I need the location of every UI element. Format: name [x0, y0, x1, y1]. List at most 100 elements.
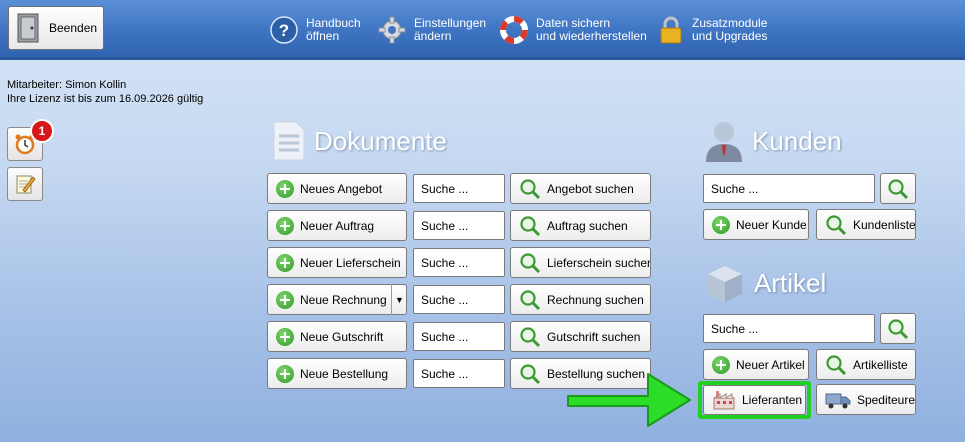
search-delivery-note-label: Lieferschein suchen [547, 255, 651, 270]
search-offer-button[interactable]: Angebot suchen [510, 173, 651, 204]
plus-icon [276, 290, 294, 309]
delivery-note-search-placeholder: Suche ... [421, 255, 469, 270]
magnifier-icon [888, 178, 909, 199]
order-search-input[interactable]: Suche ... [413, 211, 505, 240]
new-customer-button[interactable]: Neuer Kunde [703, 209, 809, 240]
article-list-label: Artikelliste [853, 357, 908, 372]
lifebuoy-icon [500, 16, 528, 44]
chevron-down-icon: ▼ [395, 294, 404, 305]
magnifier-icon [520, 215, 541, 236]
new-delivery-note-label: Neuer Lieferschein [300, 255, 401, 270]
magnifier-icon [520, 252, 541, 273]
new-invoice-dropdown[interactable]: ▼ [391, 284, 407, 315]
plus-icon [276, 327, 294, 346]
customers-title: Kunden [752, 125, 842, 156]
articles-title: Artikel [754, 267, 827, 298]
license-label: Ihre Lizenz ist bis zum 16.09.2026 gülti… [7, 93, 204, 105]
plus-icon [276, 253, 294, 272]
customer-search-placeholder: Suche ... [711, 181, 759, 196]
pointer-arrow-icon [567, 373, 691, 427]
search-invoice-label: Rechnung suchen [547, 292, 644, 307]
search-invoice-button[interactable]: Rechnung suchen [510, 284, 651, 315]
magnifier-icon [520, 363, 541, 384]
new-article-label: Neuer Artikel [736, 357, 805, 372]
new-purchase-order-button[interactable]: Neue Bestellung [267, 358, 407, 389]
search-offer-label: Angebot suchen [547, 181, 634, 196]
toolbar-addons-line2: und Upgrades [692, 29, 768, 43]
article-list-button[interactable]: Artikelliste [816, 349, 916, 380]
customer-search-button[interactable] [880, 173, 916, 204]
exit-button[interactable]: Beenden [8, 6, 104, 50]
customer-list-button[interactable]: Kundenliste [816, 209, 916, 240]
search-order-button[interactable]: Auftrag suchen [510, 210, 651, 241]
new-offer-label: Neues Angebot [300, 181, 383, 196]
toolbar-manual-line2: öffnen [306, 29, 340, 43]
credit-note-search-input[interactable]: Suche ... [413, 322, 505, 351]
notepad-pencil-icon [16, 175, 36, 194]
toolbar-backup[interactable]: Daten sichern und wiederherstellen [500, 10, 647, 50]
documents-section-title: Dokumente [272, 120, 447, 162]
search-delivery-note-button[interactable]: Lieferschein suchen [510, 247, 651, 278]
person-icon [706, 122, 742, 162]
suppliers-label: Lieferanten [742, 393, 803, 407]
forwarders-label: Spediteure [856, 392, 915, 407]
new-customer-label: Neuer Kunde [736, 217, 807, 232]
invoice-search-input[interactable]: Suche ... [413, 285, 505, 314]
magnifier-icon [520, 326, 541, 347]
document-icon [273, 121, 305, 161]
plus-icon [276, 179, 294, 198]
offer-search-input[interactable]: Suche ... [413, 174, 505, 203]
door-icon [17, 13, 39, 43]
license-info: Mitarbeiter: Simon Kollin Ihre Lizenz is… [7, 78, 203, 106]
plus-icon [712, 355, 730, 374]
search-credit-note-label: Gutschrift suchen [547, 329, 641, 344]
new-credit-note-label: Neue Gutschrift [300, 329, 384, 344]
invoice-search-placeholder: Suche ... [421, 292, 469, 307]
plus-icon [712, 215, 730, 234]
help-icon: ? [270, 16, 298, 44]
customer-list-label: Kundenliste [853, 217, 916, 232]
lock-icon [660, 16, 682, 44]
article-search-button[interactable] [880, 313, 916, 344]
magnifier-icon [520, 289, 541, 310]
article-search-placeholder: Suche ... [711, 321, 759, 336]
exit-button-label: Beenden [49, 21, 98, 35]
articles-section-title: Artikel [704, 262, 826, 304]
svg-text:?: ? [279, 21, 289, 40]
purchase-order-search-placeholder: Suche ... [421, 366, 469, 381]
employee-label: Mitarbeiter: Simon Kollin [7, 79, 127, 91]
article-search-input[interactable]: Suche ... [703, 314, 875, 343]
new-credit-note-button[interactable]: Neue Gutschrift [267, 321, 407, 352]
new-invoice-label: Neue Rechnung [300, 292, 387, 307]
new-offer-button[interactable]: Neues Angebot [267, 173, 407, 204]
toolbar-manual[interactable]: ? Handbuch öffnen [270, 10, 361, 50]
delivery-note-search-input[interactable]: Suche ... [413, 248, 505, 277]
customer-search-input[interactable]: Suche ... [703, 174, 875, 203]
reminder-count-badge: 1 [30, 119, 54, 143]
box-icon [708, 266, 742, 302]
documents-title: Dokumente [314, 125, 447, 156]
toolbar-backup-line2: und wiederherstellen [536, 29, 647, 43]
forwarders-button[interactable]: Spediteure [816, 384, 916, 415]
search-credit-note-button[interactable]: Gutschrift suchen [510, 321, 651, 352]
notes-button[interactable] [7, 167, 43, 201]
truck-icon [825, 393, 851, 408]
new-order-label: Neuer Auftrag [300, 218, 375, 233]
toolbar-settings[interactable]: Einstellungen ändern [378, 10, 486, 50]
magnifier-icon [888, 318, 909, 339]
factory-icon [713, 391, 735, 410]
new-delivery-note-button[interactable]: Neuer Lieferschein [267, 247, 407, 278]
customers-section-title: Kunden [704, 120, 842, 162]
magnifier-icon [520, 178, 541, 199]
new-article-button[interactable]: Neuer Artikel [703, 349, 809, 380]
plus-icon [276, 216, 294, 235]
suppliers-button[interactable]: Lieferanten [703, 385, 806, 415]
new-order-button[interactable]: Neuer Auftrag [267, 210, 407, 241]
new-invoice-button[interactable]: Neue Rechnung [267, 284, 407, 315]
magnifier-icon [826, 214, 847, 235]
toolbar-addons[interactable]: Zusatzmodule und Upgrades [658, 10, 767, 50]
offer-search-placeholder: Suche ... [421, 181, 469, 196]
new-purchase-order-label: Neue Bestellung [300, 366, 389, 381]
magnifier-icon [826, 354, 847, 375]
purchase-order-search-input[interactable]: Suche ... [413, 359, 505, 388]
